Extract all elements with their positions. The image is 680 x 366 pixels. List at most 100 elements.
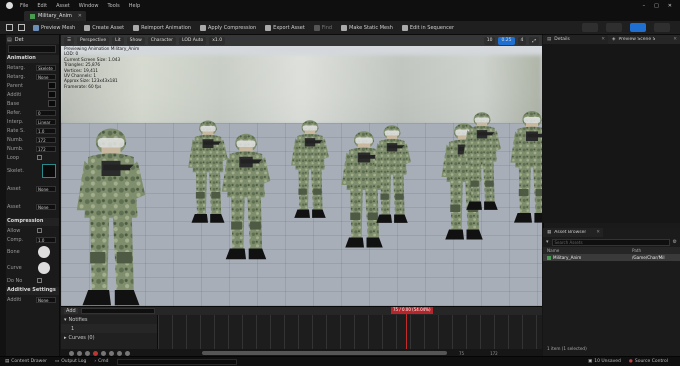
source-control-button[interactable]: ● Source Control bbox=[629, 359, 668, 364]
loop-checkbox[interactable] bbox=[37, 155, 42, 160]
time-ruler[interactable] bbox=[158, 307, 542, 315]
skeleton-thumbnail[interactable] bbox=[42, 164, 56, 178]
console-input[interactable] bbox=[116, 358, 237, 365]
close-tab-icon[interactable]: ✕ bbox=[78, 13, 82, 19]
show-button[interactable]: Show bbox=[126, 36, 145, 45]
prop-input[interactable]: 172 bbox=[36, 136, 56, 143]
do-not-checkbox[interactable] bbox=[37, 278, 42, 283]
menu-edit[interactable]: Edit bbox=[37, 3, 47, 9]
close-tab-icon[interactable]: ✕ bbox=[673, 37, 677, 42]
prop-dropdown[interactable]: None bbox=[36, 296, 56, 303]
browse-icon[interactable] bbox=[18, 24, 25, 31]
export-asset-button[interactable]: Export Asset bbox=[265, 24, 305, 31]
track-curves[interactable]: ▸ Curves (0) bbox=[61, 333, 157, 342]
prop-input[interactable]: 1.0 bbox=[36, 127, 56, 134]
loop-icon[interactable] bbox=[125, 350, 130, 356]
col-path[interactable]: Path bbox=[632, 248, 641, 253]
find-button[interactable]: Find bbox=[313, 24, 332, 31]
perspective-button[interactable]: Perspective bbox=[77, 36, 110, 45]
grid-snap-value[interactable]: 10 bbox=[483, 36, 496, 45]
close-tab-icon[interactable]: ✕ bbox=[596, 230, 600, 235]
unsaved-button[interactable]: ▣ 10 Unsaved bbox=[588, 359, 621, 364]
scale-snap-value[interactable]: 4 bbox=[517, 36, 527, 45]
col-name[interactable]: Name bbox=[547, 248, 632, 253]
cmd-dropdown[interactable]: › Cmd bbox=[94, 359, 108, 364]
prop-dropdown[interactable]: None bbox=[36, 204, 56, 210]
curve-compression-thumbnail[interactable] bbox=[38, 262, 50, 274]
track-area[interactable] bbox=[158, 315, 542, 349]
prop-input[interactable]: 0 bbox=[36, 109, 56, 116]
content-drawer-button[interactable]: ▤ Content Drawer bbox=[5, 359, 47, 364]
maximize-icon[interactable]: □ bbox=[654, 3, 659, 9]
output-log-button[interactable]: ▭ Output Log bbox=[55, 359, 86, 364]
save-icon[interactable] bbox=[6, 24, 13, 31]
menu-help[interactable]: Help bbox=[129, 3, 140, 9]
apply-compression-button[interactable]: Apply Compression bbox=[200, 24, 256, 31]
preview-mesh-button[interactable]: Preview Mesh bbox=[33, 24, 75, 31]
timeline-scrollbar[interactable] bbox=[202, 351, 447, 355]
step-back-icon[interactable] bbox=[77, 350, 82, 356]
menu-asset[interactable]: Asset bbox=[56, 3, 70, 9]
maximize-viewport-icon[interactable]: ⤢ bbox=[529, 36, 539, 45]
details-tab-right[interactable]: ▤ Details ✕ bbox=[543, 35, 608, 44]
skeleton-mode-icon[interactable] bbox=[582, 23, 598, 32]
close-tab-icon[interactable]: ✕ bbox=[601, 37, 605, 42]
lit-button[interactable]: Lit bbox=[112, 36, 124, 45]
rotation-snap-value[interactable]: 0.25 bbox=[498, 36, 515, 45]
go-to-start-icon[interactable] bbox=[69, 350, 74, 356]
close-icon[interactable]: ✕ bbox=[668, 3, 672, 9]
asset-thumbnail[interactable] bbox=[48, 91, 56, 98]
expand-icon[interactable]: ▸ bbox=[64, 335, 67, 341]
record-icon[interactable] bbox=[93, 350, 98, 356]
menu-tools[interactable]: Tools bbox=[107, 3, 119, 9]
create-asset-button[interactable]: Create Asset bbox=[84, 24, 124, 31]
asset-thumbnail[interactable] bbox=[48, 82, 56, 89]
minimize-icon[interactable]: – bbox=[643, 3, 646, 9]
section-compression[interactable]: Compression bbox=[0, 218, 59, 226]
edit-in-sequencer-button[interactable]: Edit in Sequencer bbox=[401, 24, 454, 31]
prop-dropdown[interactable]: Skelete bbox=[36, 64, 56, 71]
prop-input[interactable]: 172 bbox=[36, 145, 56, 152]
reimport-animation-button[interactable]: Reimport Animation bbox=[133, 24, 191, 31]
menu-window[interactable]: Window bbox=[79, 3, 99, 9]
step-forward-icon[interactable] bbox=[109, 350, 114, 356]
track-notifies[interactable]: ▾ Notifies bbox=[61, 315, 157, 324]
make-static-mesh-button[interactable]: Make Static Mesh bbox=[341, 24, 393, 31]
lod-auto-button[interactable]: LOD Auto bbox=[179, 36, 207, 45]
play-reverse-icon[interactable] bbox=[85, 350, 90, 356]
preview-scene-tab[interactable]: ◈ Preview Scene S ✕ bbox=[608, 35, 680, 44]
asset-search-input[interactable]: Search Assets bbox=[551, 238, 670, 246]
unreal-logo-icon[interactable] bbox=[6, 2, 13, 9]
section-additive-settings[interactable]: Additive Settings bbox=[0, 287, 59, 295]
viewport[interactable]: ☰ Perspective Lit Show Character LOD Aut… bbox=[61, 35, 542, 306]
settings-icon[interactable]: ⚙ bbox=[673, 239, 677, 245]
add-track-button[interactable]: Add bbox=[64, 308, 78, 314]
go-to-end-icon[interactable] bbox=[117, 350, 122, 356]
track-notify-row[interactable]: 1 bbox=[61, 324, 157, 333]
section-animation[interactable]: Animation bbox=[0, 55, 59, 63]
asset-thumbnail[interactable] bbox=[48, 100, 56, 107]
track-search-input[interactable] bbox=[80, 308, 155, 314]
mesh-mode-icon[interactable] bbox=[606, 23, 622, 32]
viewport-menu-button[interactable]: ☰ bbox=[64, 36, 75, 45]
animation-mode-icon[interactable] bbox=[630, 23, 646, 32]
prop-input[interactable]: 1.0 bbox=[36, 236, 56, 243]
expand-icon[interactable]: ▾ bbox=[64, 317, 67, 323]
filter-icon[interactable]: ▾ bbox=[546, 239, 549, 245]
playback-speed-button[interactable]: x1.0 bbox=[209, 36, 226, 45]
asset-browser-tab[interactable]: ▦ Asset Browser ✕ bbox=[543, 228, 603, 237]
details-search[interactable] bbox=[8, 45, 56, 53]
allow-checkbox[interactable] bbox=[37, 228, 42, 233]
prop-dropdown[interactable]: None bbox=[36, 186, 56, 192]
prop-dropdown[interactable]: None bbox=[36, 73, 56, 80]
character-button[interactable]: Character bbox=[147, 36, 177, 45]
prop-dropdown[interactable]: Linear bbox=[36, 118, 56, 125]
menu-file[interactable]: File bbox=[20, 3, 28, 9]
document-tab[interactable]: Military_Anim ✕ bbox=[24, 11, 86, 21]
physics-mode-icon[interactable] bbox=[654, 23, 670, 32]
asset-details-panel: ▤ Det Animation Retarg. Skelete Retarg. No… bbox=[0, 35, 60, 356]
details-tab[interactable]: ▤ Det bbox=[0, 35, 59, 44]
play-icon[interactable] bbox=[101, 350, 106, 356]
asset-list-item[interactable]: Military_Anim /Game/Char/Mil bbox=[543, 254, 680, 261]
bone-compression-thumbnail[interactable] bbox=[38, 246, 50, 258]
